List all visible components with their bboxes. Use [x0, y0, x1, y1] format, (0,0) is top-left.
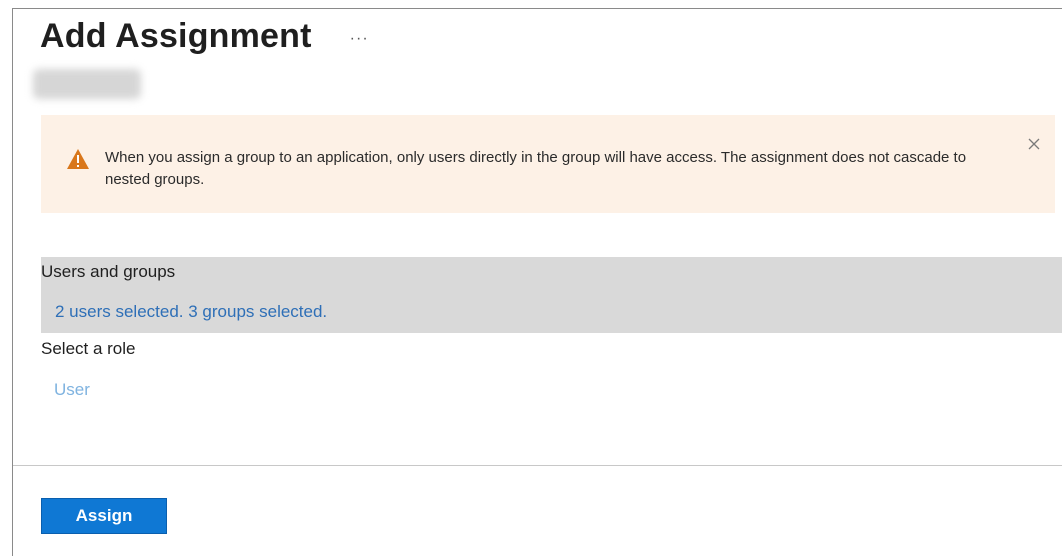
select-role-label: Select a role: [41, 339, 136, 358]
users-selection-link[interactable]: 2 users selected. 3 groups selected.: [55, 302, 327, 322]
footer-divider: [13, 465, 1062, 466]
page-title: Add Assignment: [40, 17, 312, 55]
assign-button[interactable]: Assign: [41, 498, 167, 534]
warning-triangle-icon: [67, 149, 89, 169]
role-selection-link[interactable]: User: [54, 380, 90, 400]
panel-header: Add Assignment ···: [40, 17, 369, 56]
more-options-button[interactable]: ···: [350, 30, 369, 48]
add-assignment-panel: Add Assignment ··· When you assign a gro…: [12, 8, 1062, 556]
users-and-groups-label: Users and groups: [41, 262, 176, 281]
warning-message: When you assign a group to an applicatio…: [105, 149, 967, 188]
warning-banner: When you assign a group to an applicatio…: [41, 115, 1055, 213]
close-icon[interactable]: [1025, 135, 1043, 153]
users-and-groups-section[interactable]: Users and groups 2 users selected. 3 gro…: [41, 257, 1062, 333]
redacted-subtitle: [33, 69, 141, 99]
